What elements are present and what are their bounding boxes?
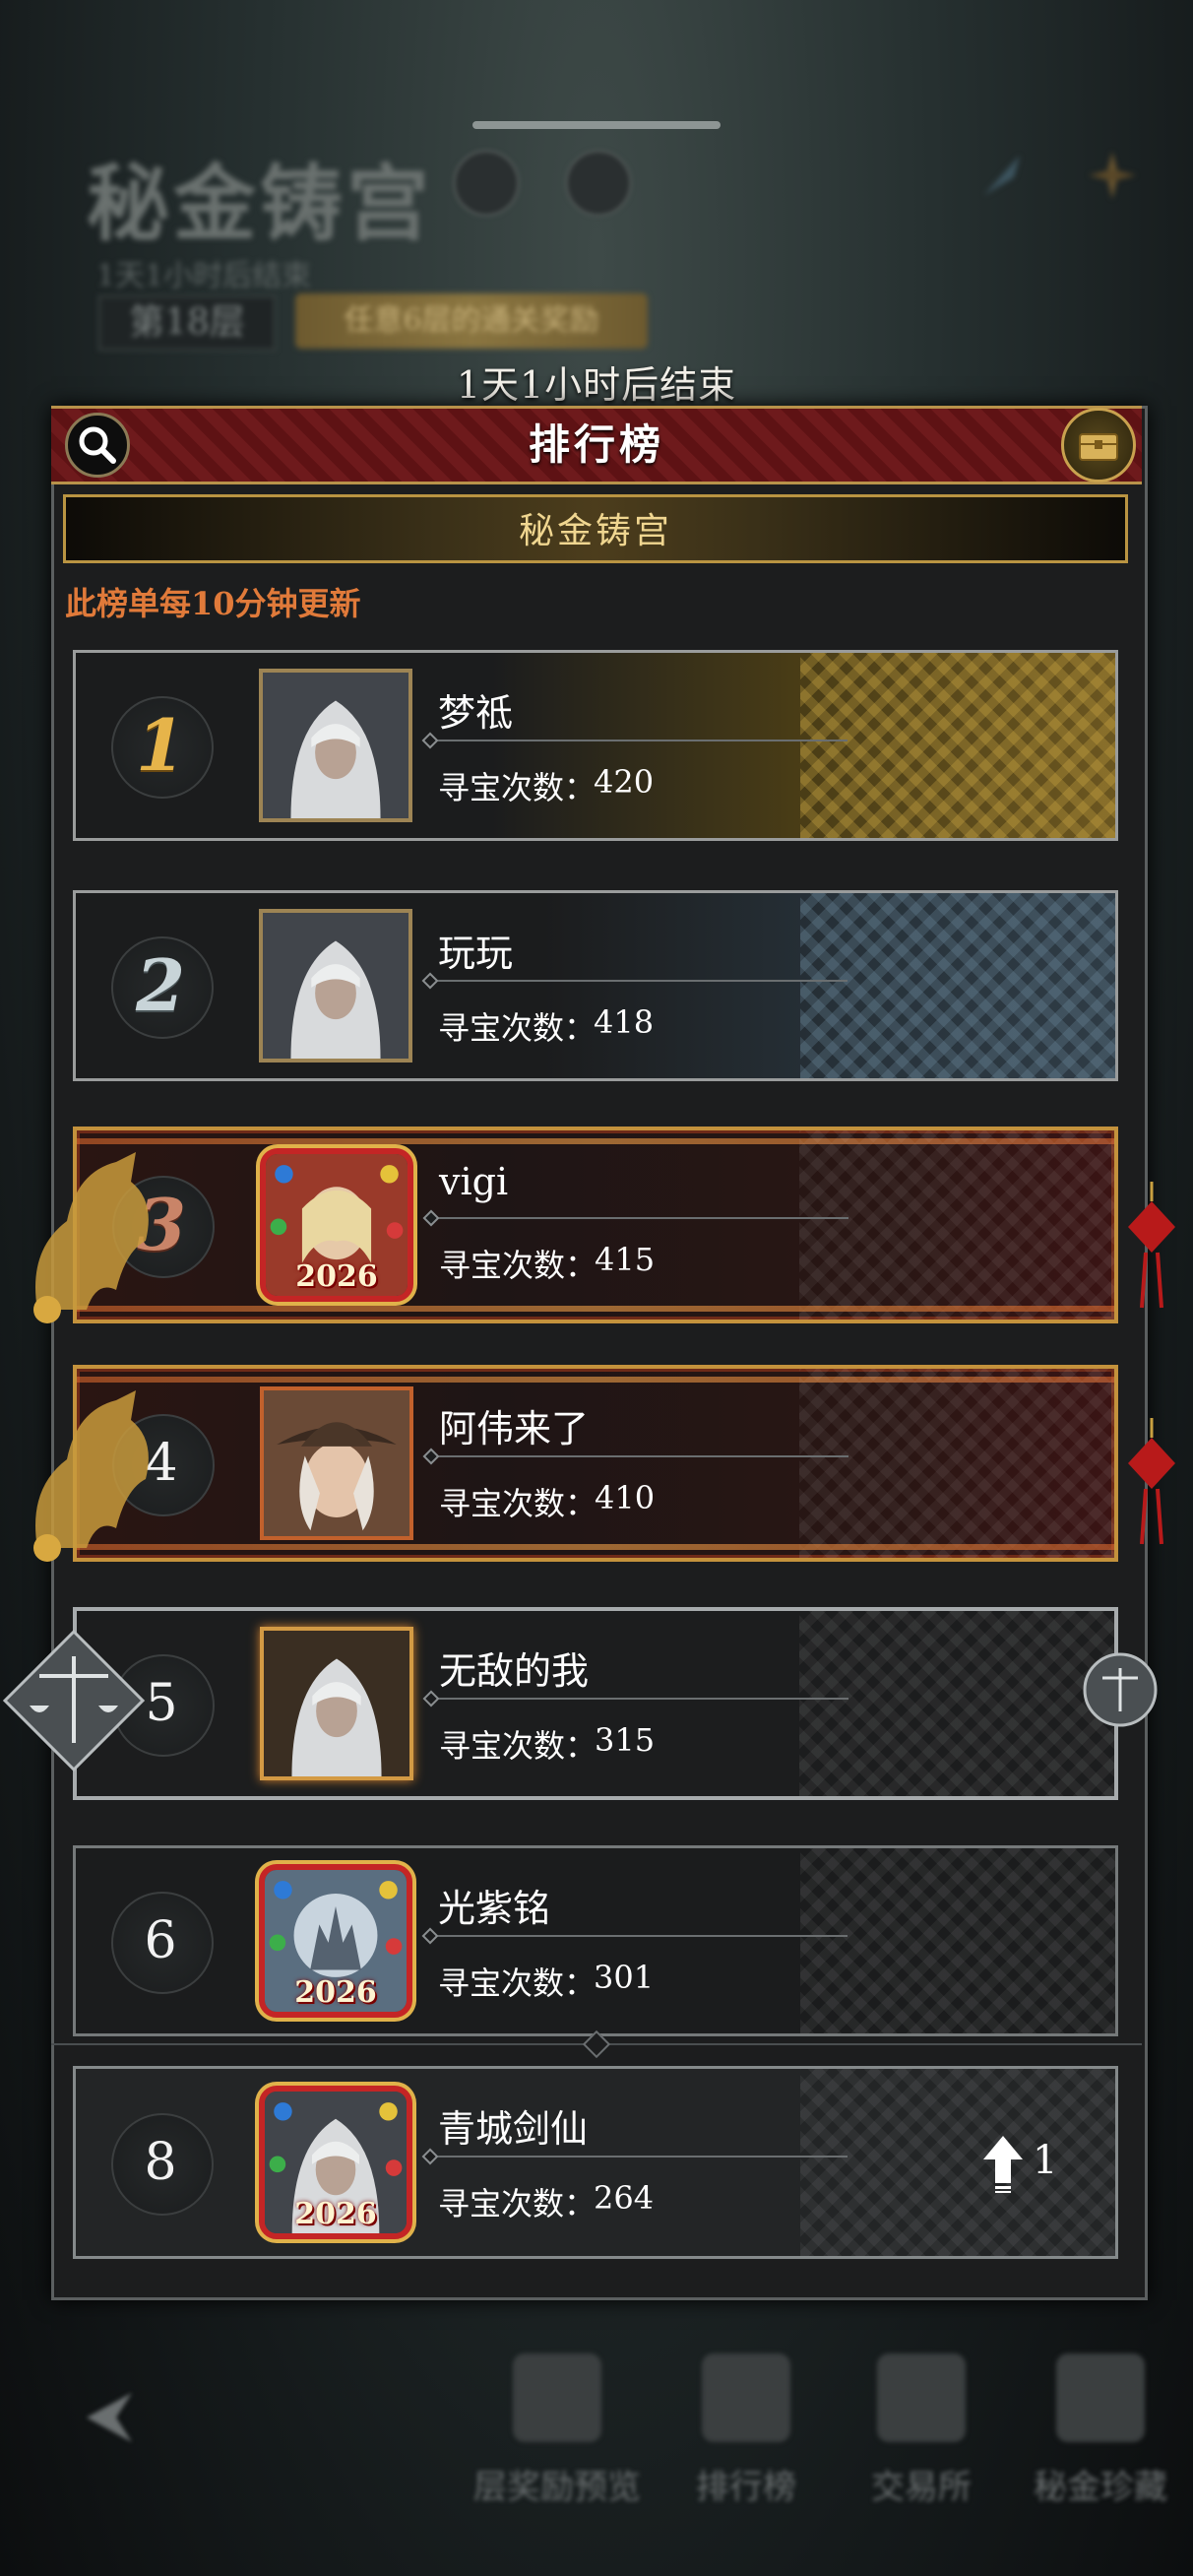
nav-leaderboard[interactable]: 排行榜 — [658, 2334, 835, 2531]
rank-number: 2 — [135, 943, 186, 1027]
my-rank-row[interactable]: 8 2026 青城剑仙 寻宝次数： 264 1 — [73, 2066, 1118, 2259]
panel-header: 排行榜 — [51, 406, 1142, 484]
treasure-chest-icon — [1079, 433, 1118, 461]
magnifier-icon — [79, 426, 116, 464]
treasure-count: 410 — [595, 1479, 656, 1516]
player-name: 光紫铭 — [438, 1887, 551, 1930]
avatar-frame-year: 2026 — [295, 1259, 378, 1294]
stat-label: 寻宝次数： — [438, 2185, 596, 2222]
player-avatar[interactable]: 2026 — [259, 1864, 412, 2018]
search-icon — [453, 150, 520, 217]
leaderboard-row[interactable]: 1 梦祗 寻宝次数： 420 — [73, 650, 1118, 841]
player-avatar[interactable] — [260, 1627, 413, 1780]
nav-collection[interactable]: 秘金珍藏 — [1012, 2334, 1189, 2531]
market-icon — [877, 2353, 966, 2442]
stat-label: 寻宝次数： — [439, 1247, 597, 1284]
red-knot-icon — [1128, 1182, 1175, 1309]
red-knot-icon — [1128, 1418, 1175, 1545]
bottom-nav: 层奖励预览 排行榜 交易所 秘金珍藏 — [0, 2304, 1193, 2576]
search-button[interactable] — [65, 413, 130, 478]
scales-icon — [2, 1629, 146, 1772]
player-name: 玩玩 — [438, 932, 514, 975]
player-avatar[interactable]: 2026 — [259, 2086, 412, 2239]
stat-label: 寻宝次数： — [438, 769, 596, 806]
treasure-count: 418 — [594, 1003, 655, 1041]
nav-exchange[interactable]: 交易所 — [833, 2334, 1010, 2531]
stat-label: 寻宝次数： — [438, 1009, 596, 1047]
leaderboard-row[interactable]: 5 无敌的我 寻宝次数： 315 — [73, 1607, 1118, 1800]
scales-icon — [1083, 1652, 1158, 1727]
treasure-count: 420 — [594, 763, 655, 801]
treasure-icon — [1056, 2353, 1145, 2442]
player-name: 无敌的我 — [439, 1649, 590, 1693]
player-avatar[interactable] — [259, 669, 412, 822]
leaderboard-row[interactable]: 3 2026 vigi 寻宝次数： 415 — [73, 1127, 1118, 1323]
trophy-icon — [702, 2353, 790, 2442]
golden-horse-icon — [33, 1390, 149, 1562]
leaderboard-row[interactable]: 2 玩玩 寻宝次数： 418 — [73, 890, 1118, 1081]
treasure-count: 301 — [594, 1959, 655, 1996]
stat-label: 寻宝次数： — [439, 1727, 597, 1765]
castle-icon — [513, 2353, 601, 2442]
golden-horse-icon — [33, 1152, 149, 1323]
background-floor-label: 第18层 — [98, 295, 276, 351]
treasure-count: 415 — [595, 1241, 656, 1278]
reward-chest-button[interactable] — [1061, 408, 1136, 483]
leaderboard-row[interactable]: 4 阿伟来了 寻宝次数： 410 — [73, 1365, 1118, 1562]
rank-number: 6 — [144, 1911, 177, 1970]
event-countdown: 1天1小时后结束 — [456, 363, 737, 407]
category-tab-active[interactable]: 秘金铸宫 — [63, 494, 1128, 563]
compass-icon — [1089, 152, 1136, 199]
treasure-count: 315 — [595, 1721, 656, 1759]
rank-number: 1 — [135, 703, 186, 787]
avatar-frame-year: 2026 — [294, 1975, 377, 2010]
player-name: 梦祗 — [438, 691, 514, 735]
nav-layer-rewards[interactable]: 层奖励预览 — [469, 2334, 646, 2531]
player-name: vigi — [439, 1160, 509, 1203]
book-icon — [565, 150, 632, 217]
stat-label: 寻宝次数： — [439, 1485, 597, 1522]
arrow-up-icon — [983, 2136, 1023, 2193]
player-name: 阿伟来了 — [439, 1407, 590, 1450]
rank-change-value: 1 — [1033, 2138, 1058, 2183]
player-avatar[interactable] — [260, 1386, 413, 1540]
player-avatar[interactable] — [259, 909, 412, 1063]
feather-icon — [984, 156, 1020, 195]
leaderboard-row[interactable]: 6 2026 光紫铭 寻宝次数： 301 — [73, 1845, 1118, 2036]
update-frequency-note: 此榜单每10分钟更新 — [65, 585, 361, 622]
player-name: 青城剑仙 — [438, 2107, 589, 2151]
avatar-frame-year: 2026 — [294, 2197, 377, 2231]
panel-title: 排行榜 — [528, 420, 664, 469]
rank-number: 8 — [144, 2133, 177, 2192]
background-title: 秘金铸宫 — [87, 155, 434, 252]
treasure-count: 264 — [594, 2179, 655, 2217]
background-reward-ribbon: 任意6层的通关奖励 — [295, 293, 648, 349]
player-avatar[interactable]: 2026 — [260, 1148, 413, 1302]
stat-label: 寻宝次数： — [438, 1964, 596, 2002]
background-subtitle: 1天1小时后结束 — [96, 259, 312, 293]
sheet-grab-handle[interactable] — [472, 121, 721, 129]
